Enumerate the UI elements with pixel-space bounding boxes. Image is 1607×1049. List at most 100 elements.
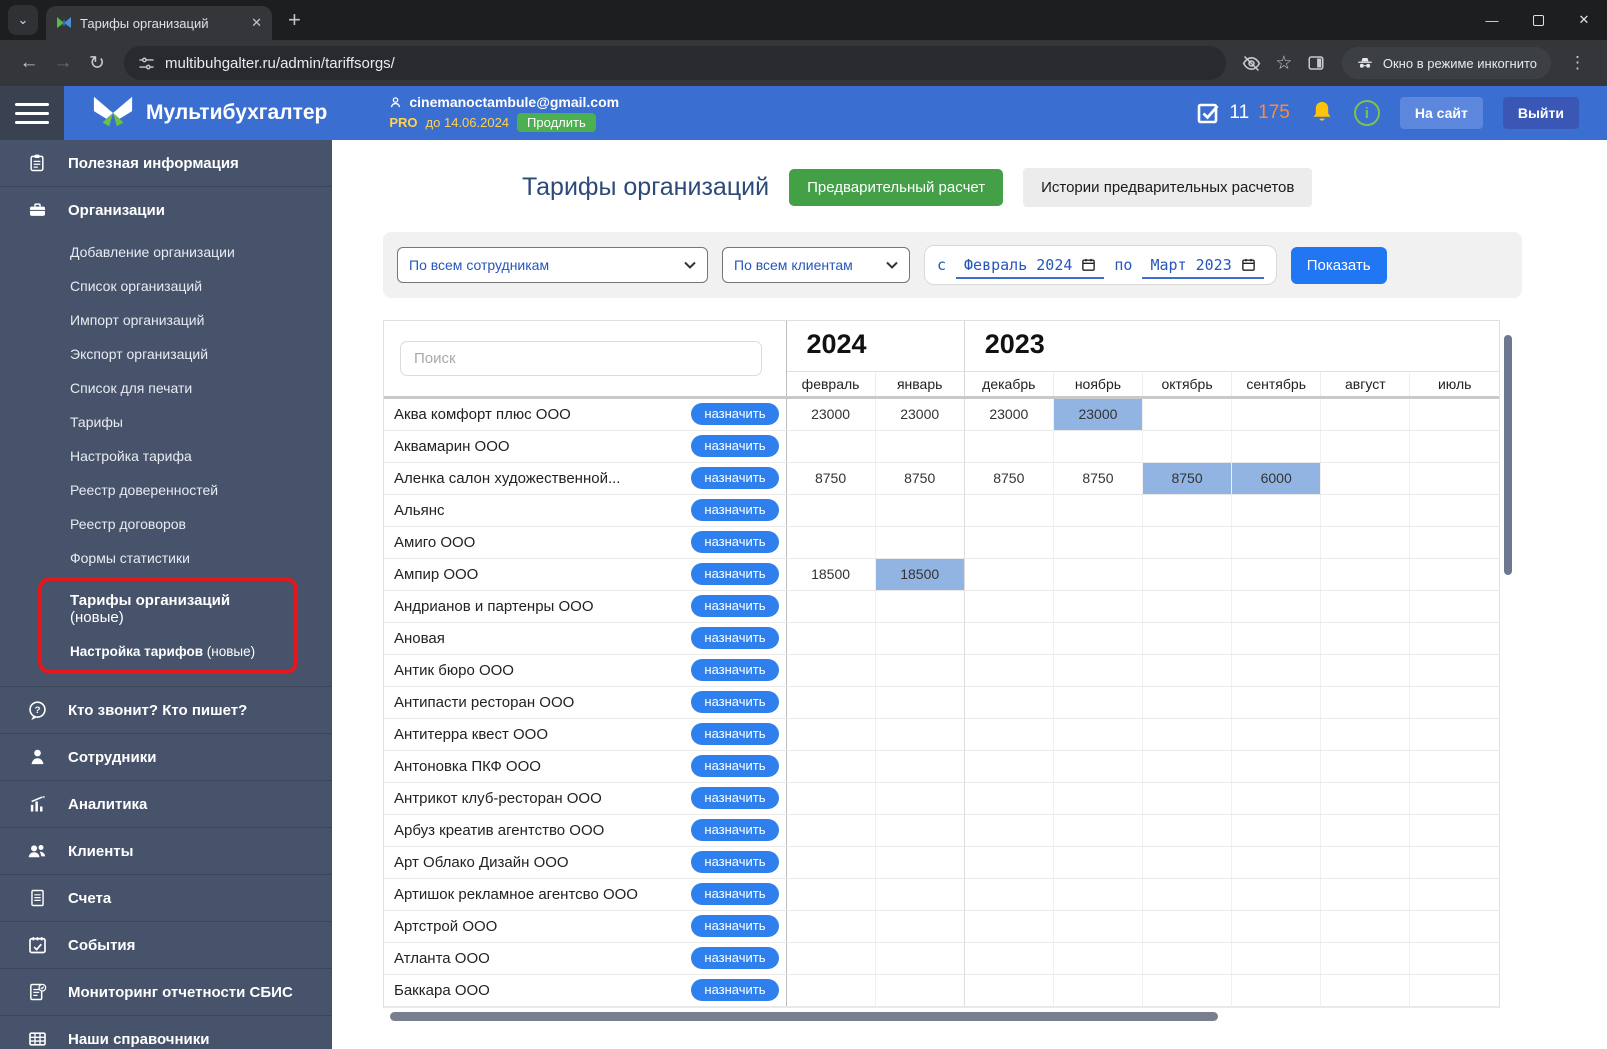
tariff-cell[interactable] xyxy=(1320,397,1411,431)
tariff-cell[interactable] xyxy=(875,590,965,623)
tariff-cell[interactable]: 8750 xyxy=(875,462,965,495)
tariff-cell[interactable] xyxy=(1320,942,1411,975)
tariff-cell[interactable] xyxy=(1231,622,1322,655)
tariff-cell[interactable] xyxy=(1231,526,1322,559)
tariff-cell[interactable] xyxy=(1142,718,1233,751)
tariff-cell[interactable] xyxy=(1231,494,1322,527)
tariff-cell[interactable] xyxy=(875,846,965,879)
tariff-cell[interactable]: 6000 xyxy=(1231,462,1322,495)
assign-button[interactable]: назначить xyxy=(691,402,779,426)
tariff-cell[interactable] xyxy=(786,782,876,815)
tariff-cell[interactable] xyxy=(1142,526,1233,559)
tariff-cell[interactable] xyxy=(1053,846,1144,879)
tariff-cell[interactable] xyxy=(1053,878,1144,911)
tariff-cell[interactable] xyxy=(1320,974,1411,1007)
clients-filter-select[interactable]: По всем клиентам xyxy=(722,247,910,283)
tariff-cell[interactable] xyxy=(875,878,965,911)
tariff-cell[interactable] xyxy=(1053,910,1144,943)
tariff-cell[interactable] xyxy=(964,590,1054,623)
sidebar-subitem[interactable]: Список организаций xyxy=(0,269,332,303)
tariff-cell[interactable] xyxy=(1231,782,1322,815)
tariff-cell[interactable] xyxy=(1409,558,1499,591)
sidebar-item[interactable]: Мониторинг отчетности СБИС xyxy=(0,969,332,1015)
tariff-cell[interactable] xyxy=(875,750,965,783)
tasks-counter[interactable]: 11 175 xyxy=(1196,101,1290,125)
tariff-cell[interactable] xyxy=(964,942,1054,975)
tariff-cell[interactable] xyxy=(1053,942,1144,975)
tariff-cell[interactable] xyxy=(1320,462,1411,495)
sidebar-subitem[interactable]: Настройка тарифов (новые) xyxy=(42,635,294,668)
assign-button[interactable]: назначить xyxy=(691,626,779,650)
calc-history-button[interactable]: Истории предварительных расчетов xyxy=(1023,168,1313,207)
tariff-cell[interactable] xyxy=(1231,686,1322,719)
account-email[interactable]: cinemanoctambule@gmail.com xyxy=(409,94,619,110)
tariff-cell[interactable] xyxy=(964,878,1054,911)
assign-button[interactable]: назначить xyxy=(691,530,779,554)
tariff-cell[interactable] xyxy=(1320,686,1411,719)
tariff-cell[interactable]: 23000 xyxy=(964,397,1054,431)
bookmark-star-icon[interactable]: ☆ xyxy=(1268,52,1300,75)
tariff-cell[interactable] xyxy=(1053,654,1144,687)
tariff-cell[interactable] xyxy=(786,718,876,751)
tariff-cell[interactable] xyxy=(875,942,965,975)
tariff-cell[interactable] xyxy=(964,974,1054,1007)
tariff-cell[interactable] xyxy=(1053,430,1144,463)
tariff-cell[interactable] xyxy=(964,814,1054,847)
assign-button[interactable]: назначить xyxy=(691,978,779,1002)
tariff-cell[interactable]: 23000 xyxy=(1053,397,1144,431)
tariff-cell[interactable] xyxy=(786,430,876,463)
tariff-cell[interactable] xyxy=(875,654,965,687)
tariff-cell[interactable] xyxy=(1409,654,1499,687)
tariff-cell[interactable] xyxy=(1053,590,1144,623)
tariff-cell[interactable] xyxy=(1231,974,1322,1007)
assign-button[interactable]: назначить xyxy=(691,818,779,842)
tariff-cell[interactable] xyxy=(964,654,1054,687)
url-bar[interactable]: multibuhgalter.ru/admin/tariffsorgs/ xyxy=(124,46,1226,80)
tariff-cell[interactable] xyxy=(1320,814,1411,847)
tariff-cell[interactable] xyxy=(1409,878,1499,911)
tariff-cell[interactable] xyxy=(1142,750,1233,783)
tariff-cell[interactable] xyxy=(1409,910,1499,943)
tariff-cell[interactable] xyxy=(1409,686,1499,719)
sidebar-item[interactable]: Организации xyxy=(0,187,332,233)
tariff-cell[interactable] xyxy=(1409,494,1499,527)
window-close-button[interactable]: ✕ xyxy=(1561,0,1607,40)
tariff-cell[interactable] xyxy=(1320,654,1411,687)
sidebar-item[interactable]: Счета xyxy=(0,875,332,921)
search-input[interactable] xyxy=(400,340,762,376)
assign-button[interactable]: назначить xyxy=(691,722,779,746)
sidebar-item[interactable]: Наши справочники xyxy=(0,1016,332,1049)
tariff-cell[interactable] xyxy=(1142,397,1233,431)
preliminary-calc-button[interactable]: Предварительный расчет xyxy=(789,169,1004,206)
tariff-cell[interactable] xyxy=(964,558,1054,591)
tariff-cell[interactable] xyxy=(964,718,1054,751)
tariff-cell[interactable] xyxy=(1320,590,1411,623)
tariff-cell[interactable] xyxy=(1231,558,1322,591)
vertical-scrollbar[interactable] xyxy=(1504,335,1512,575)
tariff-cell[interactable] xyxy=(1320,526,1411,559)
tariff-cell[interactable] xyxy=(1409,814,1499,847)
tariff-cell[interactable] xyxy=(1231,430,1322,463)
tariff-cell[interactable] xyxy=(964,430,1054,463)
tariff-cell[interactable] xyxy=(964,910,1054,943)
assign-button[interactable]: назначить xyxy=(691,466,779,490)
tariff-cell[interactable] xyxy=(964,846,1054,879)
tariff-cell[interactable] xyxy=(1142,590,1233,623)
tariff-cell[interactable] xyxy=(1320,750,1411,783)
tariff-cell[interactable] xyxy=(1409,622,1499,655)
tariff-cell[interactable] xyxy=(1142,910,1233,943)
tariff-cell[interactable] xyxy=(786,814,876,847)
tariff-cell[interactable] xyxy=(1409,974,1499,1007)
sidebar-subitem[interactable]: Реестр договоров xyxy=(0,507,332,541)
forward-icon[interactable]: → xyxy=(46,52,80,74)
sidebar-subitem[interactable]: Добавление организации xyxy=(0,235,332,269)
tariff-cell[interactable] xyxy=(1409,942,1499,975)
tariff-cell[interactable] xyxy=(1053,974,1144,1007)
tariff-cell[interactable] xyxy=(964,622,1054,655)
tariff-cell[interactable] xyxy=(786,590,876,623)
tariff-cell[interactable] xyxy=(1053,718,1144,751)
tariff-cell[interactable] xyxy=(786,494,876,527)
tariff-cell[interactable] xyxy=(786,846,876,879)
tariff-cell[interactable] xyxy=(1409,590,1499,623)
tariff-cell[interactable] xyxy=(1320,430,1411,463)
